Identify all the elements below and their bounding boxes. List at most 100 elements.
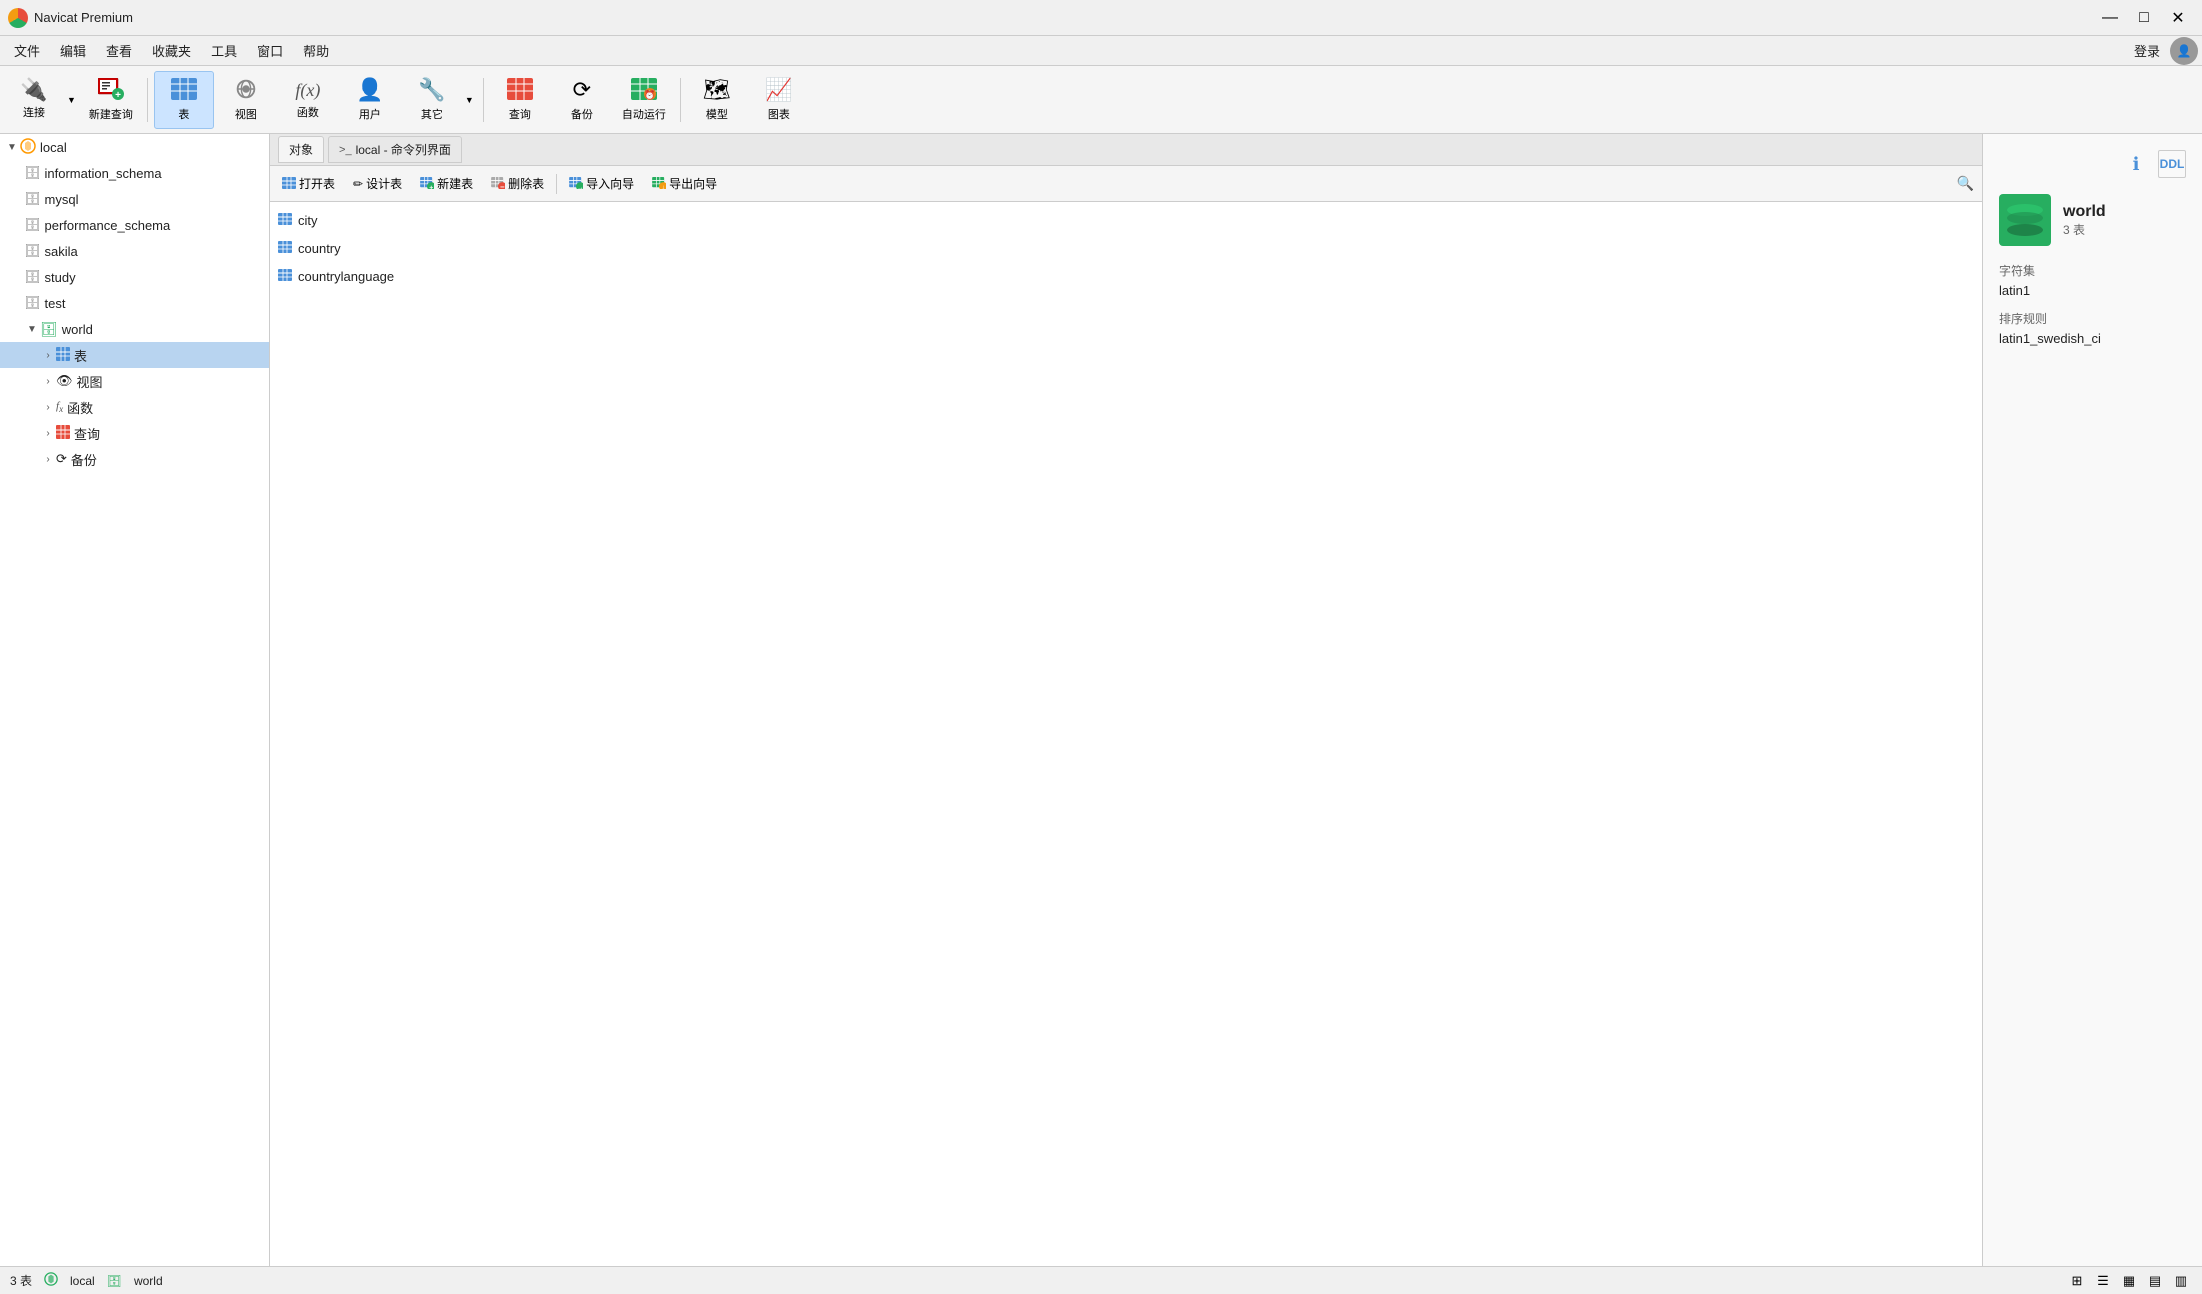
open-table-icon	[282, 176, 296, 192]
test-label: test	[45, 296, 66, 311]
sidebar-item-local[interactable]: ▼ local	[0, 134, 269, 160]
world-functions-label: 函数	[67, 398, 93, 417]
open-table-button[interactable]: 打开表	[274, 172, 343, 195]
view-icon	[233, 78, 259, 103]
svg-text:+: +	[429, 184, 433, 189]
other-icon: 🔧	[418, 77, 445, 103]
sidebar-item-world-backups[interactable]: › ⟳ 备份	[0, 446, 269, 472]
performance-schema-label: performance_schema	[45, 218, 171, 233]
mysql-label: mysql	[45, 192, 79, 207]
tables-icon	[56, 347, 70, 364]
toolbar-other-button[interactable]: 🔧 其它	[402, 71, 462, 129]
db-icon-sakila: 🗄	[24, 243, 41, 259]
menu-favorites[interactable]: 收藏夹	[142, 37, 201, 64]
toolbar-newquery-button[interactable]: + 新建查询	[81, 71, 141, 129]
menu-help[interactable]: 帮助	[293, 37, 339, 64]
other-dropdown-arrow[interactable]: ▼	[462, 71, 477, 129]
table-icon	[171, 78, 197, 103]
tab-bar: 对象 >_ local - 命令列界面	[270, 134, 1982, 166]
sidebar-item-test[interactable]: 🗄 test	[0, 290, 269, 316]
toolbar-separator-2	[483, 78, 484, 122]
toolbar-user-button[interactable]: 👤 用户	[340, 71, 400, 129]
sidebar-item-world-views[interactable]: › 👁 视图	[0, 368, 269, 394]
sidebar-item-world-queries[interactable]: › 查询	[0, 420, 269, 446]
new-table-button[interactable]: + 新建表	[412, 172, 481, 195]
app-title: Navicat Premium	[34, 10, 133, 25]
sidebar-item-world[interactable]: ▼ 🗄 world	[0, 316, 269, 342]
toolbar-chart-button[interactable]: 📈 图表	[749, 71, 809, 129]
toolbar-view-button[interactable]: 视图	[216, 71, 276, 129]
status-detail-view-button[interactable]: ▦	[2118, 1270, 2140, 1292]
status-grid-view-button[interactable]: ⊞	[2066, 1270, 2088, 1292]
status-split-right-button[interactable]: ▥	[2170, 1270, 2192, 1292]
toolbar-connect-button[interactable]: 🔌 连接	[4, 71, 64, 129]
toolbar-connect-label: 连接	[23, 104, 45, 120]
toolbar-autorun-button[interactable]: ⏰ 自动运行	[614, 71, 674, 129]
menu-file[interactable]: 文件	[4, 37, 50, 64]
collation-label: 排序规则	[1999, 310, 2186, 327]
minimize-button[interactable]: —	[2094, 2, 2126, 34]
toolbar-function-button[interactable]: f(x) 函数	[278, 71, 338, 129]
toolbar-function-label: 函数	[297, 104, 319, 120]
tab-objects[interactable]: 对象	[278, 136, 324, 163]
sakila-label: sakila	[45, 244, 78, 259]
delete-table-button[interactable]: − 删除表	[483, 172, 552, 195]
connect-dropdown-arrow[interactable]: ▼	[64, 71, 79, 129]
title-bar: Navicat Premium — □ ✕	[0, 0, 2202, 36]
user-icon: 👤	[356, 77, 383, 103]
export-wizard-icon: ↓	[652, 176, 666, 192]
table-icon-city	[278, 213, 292, 228]
ddl-button[interactable]: DDL	[2158, 150, 2186, 178]
import-wizard-button[interactable]: → 导入向导	[561, 172, 642, 195]
db-icon-test: 🗄	[24, 295, 41, 311]
table-row-countrylanguage[interactable]: countrylanguage	[270, 262, 1982, 290]
sidebar-item-mysql[interactable]: 🗄 mysql	[0, 186, 269, 212]
toolbar-backup-label: 备份	[571, 106, 593, 122]
sidebar-item-world-tables[interactable]: › 表	[0, 342, 269, 368]
maximize-button[interactable]: □	[2128, 2, 2160, 34]
export-wizard-button[interactable]: ↓ 导出向导	[644, 172, 725, 195]
toolbar-table-button[interactable]: 表	[154, 71, 214, 129]
status-db-icon-local	[44, 1272, 58, 1289]
status-split-left-button[interactable]: ▤	[2144, 1270, 2166, 1292]
login-button[interactable]: 登录	[2124, 39, 2170, 62]
delete-table-icon: −	[491, 176, 505, 192]
sidebar-item-information-schema[interactable]: 🗄 information_schema	[0, 160, 269, 186]
collation-value: latin1_swedish_ci	[1999, 331, 2186, 346]
toolbar-view-label: 视图	[235, 106, 257, 122]
table-icon-country	[278, 241, 292, 256]
menu-view[interactable]: 查看	[96, 37, 142, 64]
world-functions-arrow: ›	[40, 402, 56, 413]
tab-objects-label: 对象	[289, 141, 313, 158]
right-panel: ℹ DDL world 3 表 字符集 latin1 排序	[1982, 134, 2202, 1266]
world-queries-label: 查询	[74, 424, 100, 443]
close-button[interactable]: ✕	[2162, 2, 2194, 34]
menu-edit[interactable]: 编辑	[50, 37, 96, 64]
table-row-city[interactable]: city	[270, 206, 1982, 234]
toolbar-backup-button[interactable]: ⟳ 备份	[552, 71, 612, 129]
svg-text:−: −	[500, 182, 505, 189]
info-button[interactable]: ℹ	[2122, 150, 2150, 178]
world-views-arrow: ›	[40, 376, 56, 387]
design-table-button[interactable]: ✏ 设计表	[345, 172, 410, 195]
toolbar-query-button[interactable]: 查询	[490, 71, 550, 129]
menu-tools[interactable]: 工具	[201, 37, 247, 64]
sidebar-item-sakila[interactable]: 🗄 sakila	[0, 238, 269, 264]
toolbar-other-label: 其它	[421, 106, 443, 122]
tab-command-line[interactable]: >_ local - 命令列界面	[328, 136, 462, 163]
sidebar-item-study[interactable]: 🗄 study	[0, 264, 269, 290]
table-list: city country countrylanguage	[270, 202, 1982, 1266]
world-backups-arrow: ›	[40, 454, 56, 465]
new-table-label: 新建表	[437, 175, 473, 192]
db-big-icon	[1999, 194, 2051, 246]
db-icon-performance-schema: 🗄	[24, 217, 41, 233]
search-button[interactable]: 🔍	[1953, 171, 1978, 196]
toolbar-newquery-label: 新建查询	[89, 106, 133, 122]
svg-text:↓: ↓	[662, 184, 665, 189]
sidebar-item-world-functions[interactable]: › fx 函数	[0, 394, 269, 420]
sidebar-item-performance-schema[interactable]: 🗄 performance_schema	[0, 212, 269, 238]
table-row-country[interactable]: country	[270, 234, 1982, 262]
menu-window[interactable]: 窗口	[247, 37, 293, 64]
toolbar-model-button[interactable]: 🗺 模型	[687, 71, 747, 129]
status-list-view-button[interactable]: ☰	[2092, 1270, 2114, 1292]
